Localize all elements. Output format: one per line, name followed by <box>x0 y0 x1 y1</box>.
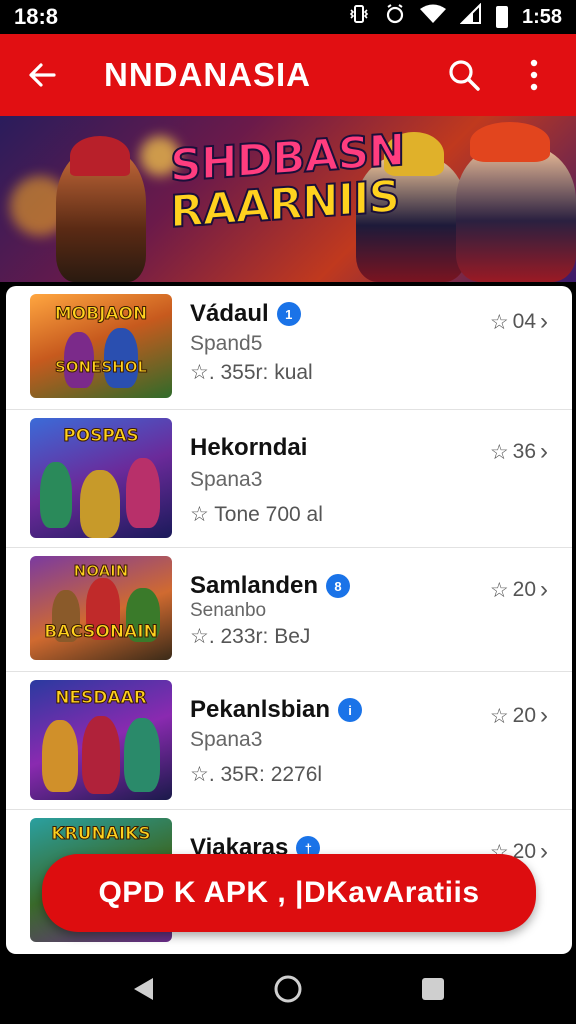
featured-banner[interactable]: SHDBASN RAARNIIS <box>0 116 576 282</box>
download-apk-button[interactable]: QPD K APK , |DKavAratiis <box>42 854 536 932</box>
nav-home-icon[interactable] <box>268 969 308 1009</box>
thumb-figure <box>124 718 160 792</box>
nav-back-icon[interactable] <box>123 969 163 1009</box>
thumb-figure <box>80 470 120 538</box>
chevron-right-icon: › <box>540 438 548 465</box>
thumb-title: NOAIN <box>73 562 129 581</box>
verified-badge-icon: 1 <box>276 302 301 326</box>
star-icon: ☆ <box>489 310 509 334</box>
verified-badge-icon: 8 <box>326 574 351 598</box>
app-thumbnail: MOBJAON SONESHOL <box>30 294 172 398</box>
thumb-figure <box>40 462 72 528</box>
hero-hat-left <box>70 136 130 176</box>
star-icon: ☆ <box>489 578 509 602</box>
system-nav-bar <box>0 954 576 1024</box>
app-thumbnail: NOAIN BACSONAIN <box>30 556 172 660</box>
chevron-right-icon: › <box>540 308 548 335</box>
star-icon: ☆ <box>489 440 509 464</box>
list-item[interactable]: POSPAS Hekorndai Spana3 ☆ Tone 700 al ☆ … <box>6 410 572 548</box>
status-time-right: 1:58 <box>521 5 562 28</box>
thumb-figure <box>42 720 78 792</box>
hero-hair-right <box>470 122 550 162</box>
signal-icon <box>459 2 482 31</box>
app-meta: ☆ Tone 700 al <box>190 503 323 526</box>
app-name-text: Pekanlsbian <box>190 696 331 723</box>
status-time-left: 18:8 <box>14 4 59 29</box>
nav-recents-icon[interactable] <box>413 969 453 1009</box>
rating-value: 04 <box>512 310 536 333</box>
rating-value: 20 <box>512 704 536 727</box>
app-thumbnail: POSPAS <box>30 418 172 538</box>
app-subtitle: Spana3 <box>190 468 263 491</box>
app-title: NNDANASIA <box>104 56 311 93</box>
app-name: Pekanlsbian i <box>190 696 363 724</box>
app-rating: ☆ 20 › <box>490 576 548 604</box>
vibrate-icon <box>348 3 370 31</box>
thumb-subtitle: BACSONAIN <box>44 622 159 643</box>
app-name: Vádaul 1 <box>190 300 301 328</box>
star-icon: ☆ <box>489 704 509 728</box>
wifi-icon <box>419 4 446 30</box>
app-name: Hekorndai <box>190 434 307 462</box>
app-rating: ☆ 36 › <box>490 438 548 466</box>
app-subtitle: Spand5 <box>190 332 263 355</box>
hero-character-right <box>456 146 576 282</box>
banner-title: SHDBASN RAARNIIS <box>169 124 405 239</box>
rating-value: 36 <box>512 440 536 463</box>
app-thumbnail: NESDAAR <box>30 680 172 800</box>
app-name-text: Vádaul <box>190 300 269 327</box>
app-name-text: Samlanden <box>190 572 319 599</box>
app-meta: ☆. 35R: 2276l <box>190 763 323 786</box>
thumb-title: KRUNAIKS <box>51 824 151 845</box>
app-name: Samlanden 8 <box>190 572 351 600</box>
alarm-icon <box>384 3 406 31</box>
thumb-subtitle: SONESHOL <box>54 358 148 377</box>
app-bar: NNDANASIA <box>0 34 576 116</box>
app-meta: ☆. 233r: BeJ <box>190 625 311 648</box>
thumb-figure <box>126 458 160 528</box>
chevron-right-icon: › <box>540 838 548 865</box>
status-bar: 18:8 1:58 <box>0 0 576 34</box>
chevron-right-icon: › <box>540 576 548 603</box>
list-item[interactable]: NESDAAR Pekanlsbian i Spana3 ☆. 35R: 227… <box>6 672 572 810</box>
thumb-title: MOBJAON <box>54 304 148 325</box>
thumb-title: POSPAS <box>63 426 139 447</box>
list-item[interactable]: MOBJAON SONESHOL Vádaul 1 Spand5 ☆. 355r… <box>6 286 572 410</box>
app-rating: ☆ 20 › <box>490 702 548 730</box>
more-vert-icon[interactable] <box>512 53 556 97</box>
thumb-title: NESDAAR <box>55 688 148 709</box>
banner-title-line2: RAARNIIS <box>169 170 400 239</box>
app-rating: ☆ 04 › <box>490 308 548 336</box>
arrow-left-icon[interactable] <box>20 53 64 97</box>
verified-badge-icon: i <box>338 698 363 722</box>
search-icon[interactable] <box>442 53 486 97</box>
chevron-right-icon: › <box>540 702 548 729</box>
rating-value: 20 <box>512 578 536 601</box>
app-meta: ☆. 355r: kual <box>190 361 313 384</box>
app-subtitle: Spana3 <box>190 728 263 751</box>
app-subtitle: Senanbo <box>190 600 267 621</box>
battery-icon <box>495 6 508 28</box>
app-name-text: Hekorndai <box>190 434 308 461</box>
list-item[interactable]: NOAIN BACSONAIN Samlanden 8 Senanbo ☆. 2… <box>6 548 572 672</box>
thumb-figure <box>82 716 120 794</box>
status-icons: 1:58 <box>348 2 562 31</box>
